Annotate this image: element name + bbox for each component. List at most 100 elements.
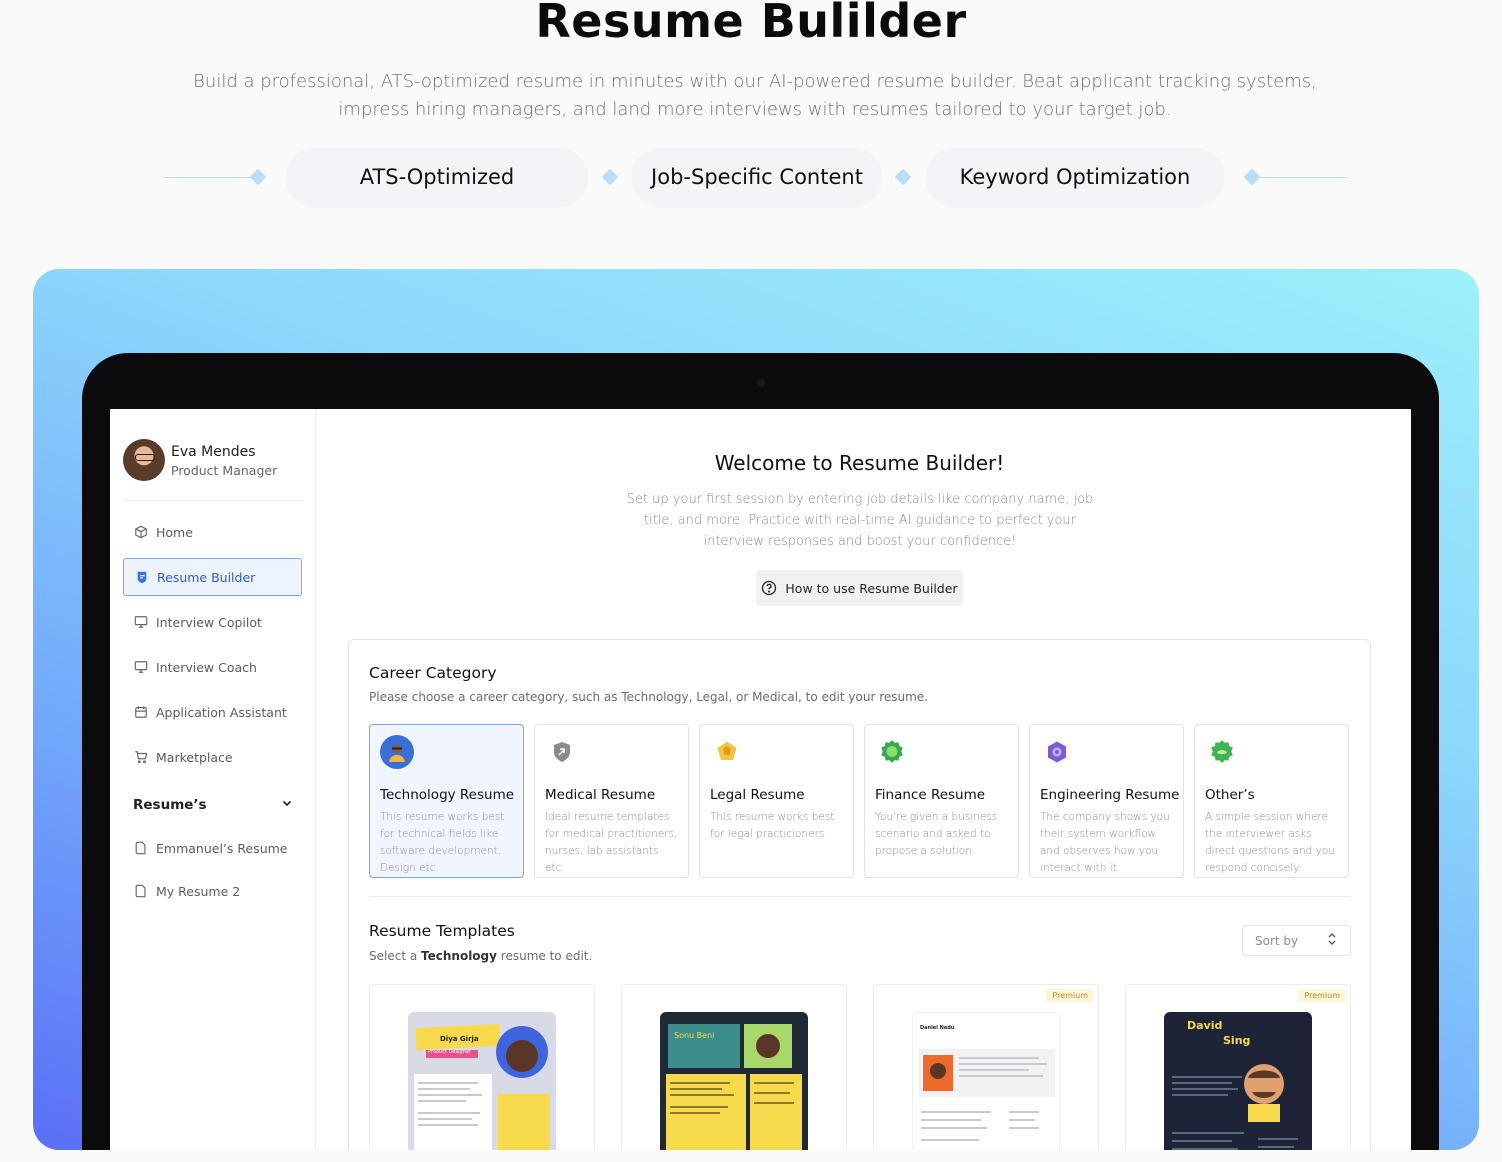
nav-marketplace[interactable]: Marketplace (123, 738, 302, 776)
others-icon (1205, 735, 1239, 769)
laptop-frame: Eva Mendes Product Manager Home Resume B… (82, 353, 1439, 1150)
how-to-button[interactable]: How to use Resume Builder (756, 570, 963, 606)
monitor-icon (133, 614, 149, 630)
feature-pill: Job-Specific Content (632, 148, 882, 206)
nav-label: Marketplace (156, 749, 233, 765)
subtitle-suffix: resume to edit. (496, 949, 593, 963)
subtitle-prefix: Select a (369, 949, 422, 963)
category-desc: The company shows you their system workf… (1040, 811, 1170, 874)
resume-item-label: Emmanuel’s Resume (156, 840, 288, 856)
category-finance[interactable]: Finance Resume You're given a business s… (864, 724, 1019, 878)
nav-label: Interview Coach (156, 659, 257, 675)
resume-item[interactable]: Emmanuel’s Resume (123, 829, 302, 867)
template-card[interactable]: Sonu Beni (621, 984, 847, 1150)
category-desc: You're given a business scenario and ask… (875, 811, 998, 857)
feature-line (163, 177, 258, 178)
feature-strip: ATS-Optimized Job-Specific Content Keywo… (0, 148, 1502, 208)
category-name: Engineering Resume (1040, 787, 1180, 803)
sidebar: Eva Mendes Product Manager Home Resume B… (110, 409, 316, 1150)
template-card[interactable]: Diya Girja Product Designer (369, 984, 595, 1150)
help-circle-icon (761, 580, 777, 596)
nav-label: Interview Copilot (156, 614, 262, 630)
template-preview (912, 1012, 1060, 1150)
career-category-subtitle: Please choose a career category, such as… (369, 690, 928, 704)
finance-icon (875, 735, 909, 769)
nav-home[interactable]: Home (123, 513, 302, 551)
document-icon (133, 840, 149, 856)
premium-badge: Premium (1298, 989, 1346, 1002)
resume-templates-subtitle: Select a Technology resume to edit. (369, 949, 592, 963)
legal-icon (710, 735, 744, 769)
document-icon (133, 883, 149, 899)
medical-icon (545, 735, 579, 769)
feature-pill: Keyword Optimization (926, 148, 1224, 206)
template-preview (1164, 1012, 1312, 1150)
template-preview (408, 1012, 556, 1150)
nav-resume-builder[interactable]: Resume Builder (123, 558, 302, 596)
template-name: David (1187, 1019, 1223, 1032)
page-subtitle: Build a professional, ATS-optimized resu… (193, 71, 1317, 120)
camera-dot (757, 379, 765, 387)
avatar (123, 439, 165, 481)
category-name: Technology Resume (380, 787, 515, 803)
nav-label: Resume Builder (157, 569, 256, 585)
category-name: Other’s (1205, 787, 1255, 803)
category-name: Finance Resume (875, 787, 986, 803)
nav-interview-coach[interactable]: Interview Coach (123, 648, 302, 686)
chevron-down-icon (281, 797, 293, 813)
nav-interview-copilot[interactable]: Interview Copilot (123, 603, 302, 641)
template-name: Diya Girja (440, 1035, 479, 1043)
category-name: Medical Resume (545, 787, 656, 803)
resumes-section-toggle[interactable]: Resume’s (133, 795, 293, 815)
category-name: Legal Resume (710, 787, 805, 803)
category-desc: A simple session where the interviewer a… (1205, 811, 1335, 874)
feature-diamond (249, 168, 267, 186)
user-name: Eva Mendes (171, 444, 256, 460)
feature-diamond (894, 168, 912, 186)
cube-icon (133, 524, 149, 540)
calendar-icon (133, 704, 149, 720)
category-grid: Technology Resume This resume works best… (369, 724, 1351, 878)
career-category-title: Career Category (369, 664, 497, 682)
resume-templates-title: Resume Templates (369, 922, 515, 940)
monitor-icon (133, 659, 149, 675)
category-medical[interactable]: Medical Resume Ideal resume templates fo… (534, 724, 689, 878)
template-name: Daniel Nedu (920, 1025, 955, 1031)
template-name: Sonu Beni (674, 1031, 715, 1040)
nav-application-assistant[interactable]: Application Assistant (123, 693, 302, 731)
chevron-up-down-icon (1326, 932, 1338, 949)
engineering-icon (1040, 735, 1074, 769)
resume-item[interactable]: My Resume 2 (123, 872, 302, 910)
feature-pill: ATS-Optimized (286, 148, 588, 206)
welcome-subtitle: Set up your first session by entering jo… (626, 492, 1094, 549)
app-screen: Eva Mendes Product Manager Home Resume B… (110, 409, 1411, 1150)
nav-label: Home (156, 524, 193, 540)
page-title: Resume Bulilder (535, 0, 967, 48)
sort-by-label: Sort by (1255, 933, 1299, 948)
cart-icon (133, 749, 149, 765)
resume-icon (134, 569, 150, 585)
technology-icon (380, 735, 414, 769)
category-technology[interactable]: Technology Resume This resume works best… (369, 724, 524, 878)
category-desc: This resume works best for technical fie… (380, 811, 505, 874)
sort-by-select[interactable]: Sort by (1242, 925, 1351, 956)
feature-diamond (601, 168, 619, 186)
section-divider (369, 896, 1351, 897)
template-card[interactable]: Premium David Sing (1125, 984, 1351, 1150)
nav-label: Application Assistant (156, 704, 287, 720)
premium-badge: Premium (1046, 989, 1094, 1002)
main-content: Welcome to Resume Builder! Set up your f… (316, 409, 1411, 1150)
category-legal[interactable]: Legal Resume This resume works best for … (699, 724, 854, 878)
user-profile[interactable]: Eva Mendes Product Manager (123, 439, 303, 501)
category-engineering[interactable]: Engineering Resume The company shows you… (1029, 724, 1184, 878)
how-to-label: How to use Resume Builder (785, 580, 958, 596)
category-others[interactable]: Other’s A simple session where the inter… (1194, 724, 1349, 878)
subtitle-category: Technology (421, 949, 497, 963)
template-card[interactable]: Premium Daniel Nedu (873, 984, 1099, 1150)
resumes-section-heading: Resume’s (133, 797, 207, 813)
category-desc: Ideal resume templates for medical pract… (545, 811, 678, 874)
welcome-title: Welcome to Resume Builder! (714, 451, 1005, 475)
showcase-panel: Eva Mendes Product Manager Home Resume B… (33, 269, 1479, 1150)
resume-item-label: My Resume 2 (156, 883, 241, 899)
template-name-line2: Sing (1223, 1034, 1251, 1047)
